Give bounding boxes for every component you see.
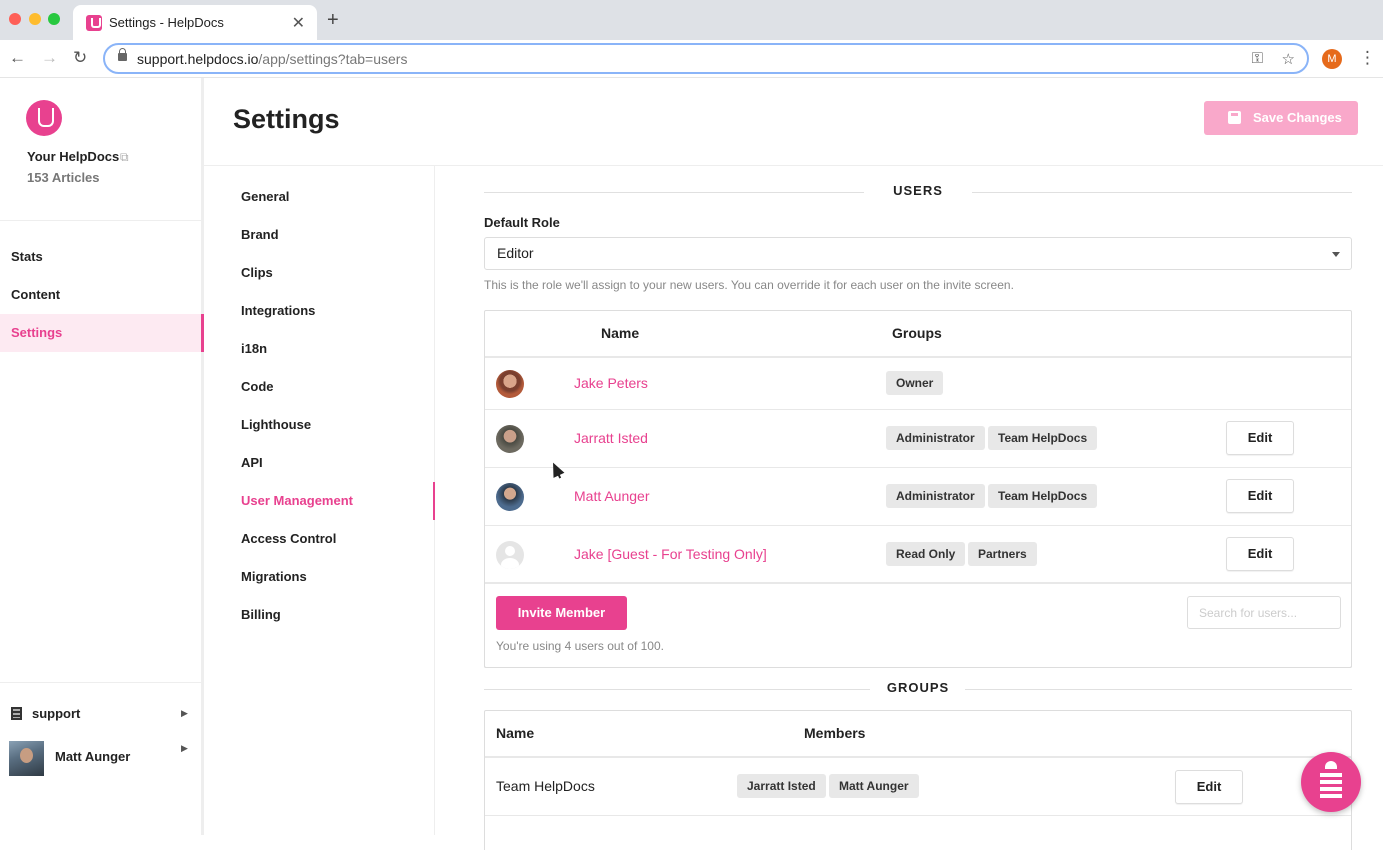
url-text: support.helpdocs.io/app/settings?tab=use… [137, 51, 408, 67]
settings-nav-brand[interactable]: Brand [241, 227, 279, 242]
close-tab-icon[interactable]: ✕ [292, 13, 305, 33]
user-name-link[interactable]: Jake Peters [574, 375, 648, 391]
user-name-link[interactable]: Matt Aunger [574, 488, 650, 504]
edit-user-button[interactable]: Edit [1226, 537, 1294, 571]
member-badge: Matt Aunger [829, 774, 919, 798]
settings-nav-clips[interactable]: Clips [241, 265, 273, 280]
browser-tab[interactable]: Settings - HelpDocs ✕ [73, 5, 317, 40]
save-button-label: Save Changes [1253, 110, 1342, 125]
table-row: Matt Aunger Administrator Team HelpDocs … [485, 468, 1351, 526]
close-window-button[interactable] [9, 13, 21, 25]
user-name-link[interactable]: Jarratt Isted [574, 430, 648, 446]
browser-menu-icon[interactable]: ⋮ [1359, 48, 1376, 68]
back-arrow-icon[interactable]: ← [9, 48, 26, 68]
user-menu[interactable]: Matt Aunger [55, 749, 130, 764]
settings-nav-lighthouse[interactable]: Lighthouse [241, 417, 311, 432]
avatar[interactable] [9, 741, 44, 776]
page-header: Settings Save Changes [204, 78, 1383, 166]
settings-nav-access-control[interactable]: Access Control [241, 531, 336, 546]
browser-tab-bar: Settings - HelpDocs ✕ + [0, 0, 1383, 40]
helpdocs-logo-icon[interactable] [26, 100, 62, 136]
search-users-input[interactable] [1187, 596, 1341, 629]
edit-group-button[interactable]: Edit [1175, 770, 1243, 804]
edit-user-button[interactable]: Edit [1226, 479, 1294, 513]
page-title: Settings [233, 104, 340, 134]
external-link-icon[interactable]: ⧉ [120, 150, 129, 165]
group-badge: Administrator [886, 484, 985, 508]
helpdocs-favicon-icon [86, 15, 102, 31]
tab-title: Settings - HelpDocs [109, 15, 224, 30]
help-beacon-button[interactable] [1301, 752, 1361, 812]
column-header-members: Members [804, 725, 866, 741]
user-usage-text: You're using 4 users out of 100. [496, 639, 664, 653]
table-row: Jarratt Isted Administrator Team HelpDoc… [485, 410, 1351, 468]
group-badge: Team HelpDocs [988, 484, 1098, 508]
group-badge: Owner [886, 371, 944, 395]
avatar [496, 541, 524, 569]
forward-arrow-icon[interactable]: → [41, 48, 58, 68]
divider [0, 220, 201, 221]
table-row: Jake Peters Owner [485, 358, 1351, 410]
settings-nav-user-management[interactable]: User Management [241, 493, 353, 508]
default-role-label: Default Role [484, 215, 560, 230]
settings-nav: General Brand Clips Integrations i18n Co… [204, 166, 435, 835]
kb-name-link[interactable]: Your HelpDocs [27, 149, 119, 164]
avatar [496, 483, 524, 511]
address-bar[interactable]: support.helpdocs.io/app/settings?tab=use… [103, 43, 1309, 74]
key-icon[interactable]: ⚿ [1252, 50, 1263, 67]
app-sidebar: Your HelpDocs ⧉ 153 Articles Stats Conte… [0, 78, 204, 835]
lighthouse-icon [1318, 761, 1344, 801]
member-badge: Jarratt Isted [737, 774, 826, 798]
browser-toolbar: ← → ↻ support.helpdocs.io/app/settings?t… [0, 40, 1383, 78]
column-header-name: Name [496, 725, 535, 741]
article-count: 153 Articles [27, 170, 100, 185]
sidebar-item-content[interactable]: Content [0, 276, 201, 314]
maximize-window-button[interactable] [48, 13, 60, 25]
group-badge: Team HelpDocs [988, 426, 1098, 450]
default-role-help-text: This is the role we'll assign to your ne… [484, 278, 1014, 292]
org-switcher[interactable]: support [32, 706, 80, 721]
caret-down-icon [1332, 252, 1340, 257]
settings-nav-general[interactable]: General [241, 189, 289, 204]
bookmark-star-icon[interactable]: ☆ [1282, 50, 1295, 68]
user-name-link[interactable]: Jake [Guest - For Testing Only] [574, 546, 767, 562]
sidebar-item-settings[interactable]: Settings [0, 314, 204, 352]
group-badge: Read Only [886, 542, 966, 566]
settings-nav-api[interactable]: API [241, 455, 263, 470]
settings-nav-migrations[interactable]: Migrations [241, 569, 307, 584]
minimize-window-button[interactable] [29, 13, 41, 25]
settings-nav-billing[interactable]: Billing [241, 607, 281, 622]
active-indicator [433, 482, 435, 520]
caret-right-icon[interactable]: ▶ [181, 743, 188, 754]
avatar [496, 425, 524, 453]
settings-nav-i18n[interactable]: i18n [241, 341, 267, 356]
group-name: Team HelpDocs [496, 778, 595, 794]
caret-right-icon[interactable]: ▶ [181, 708, 188, 719]
save-changes-button[interactable]: Save Changes [1204, 101, 1358, 135]
profile-avatar-icon[interactable]: M [1322, 49, 1342, 69]
reload-icon[interactable]: ↻ [73, 48, 87, 68]
settings-nav-integrations[interactable]: Integrations [241, 303, 315, 318]
save-icon [1228, 111, 1241, 124]
lock-icon [118, 48, 127, 61]
column-header-groups: Groups [892, 325, 942, 341]
groups-table: Name Members Team HelpDocs Jarratt Isted… [484, 710, 1352, 850]
invite-footer: Invite Member You're using 4 users out o… [484, 584, 1352, 668]
settings-nav-code[interactable]: Code [241, 379, 274, 394]
users-section-heading: USERS [484, 183, 1352, 203]
column-header-name: Name [601, 325, 640, 341]
default-role-select[interactable]: Editor [484, 237, 1352, 270]
invite-member-button[interactable]: Invite Member [496, 596, 627, 630]
sidebar-item-stats[interactable]: Stats [0, 238, 201, 276]
new-tab-icon[interactable]: + [327, 9, 339, 32]
table-row: Team HelpDocs Jarratt Isted Matt Aunger … [485, 758, 1351, 816]
avatar [496, 370, 524, 398]
group-badge: Administrator [886, 426, 985, 450]
table-row: Jake [Guest - For Testing Only] Read Onl… [485, 526, 1351, 584]
edit-user-button[interactable]: Edit [1226, 421, 1294, 455]
groups-section-heading: GROUPS [484, 680, 1352, 700]
building-icon [11, 707, 22, 720]
group-badge: Partners [968, 542, 1037, 566]
divider [0, 682, 201, 683]
